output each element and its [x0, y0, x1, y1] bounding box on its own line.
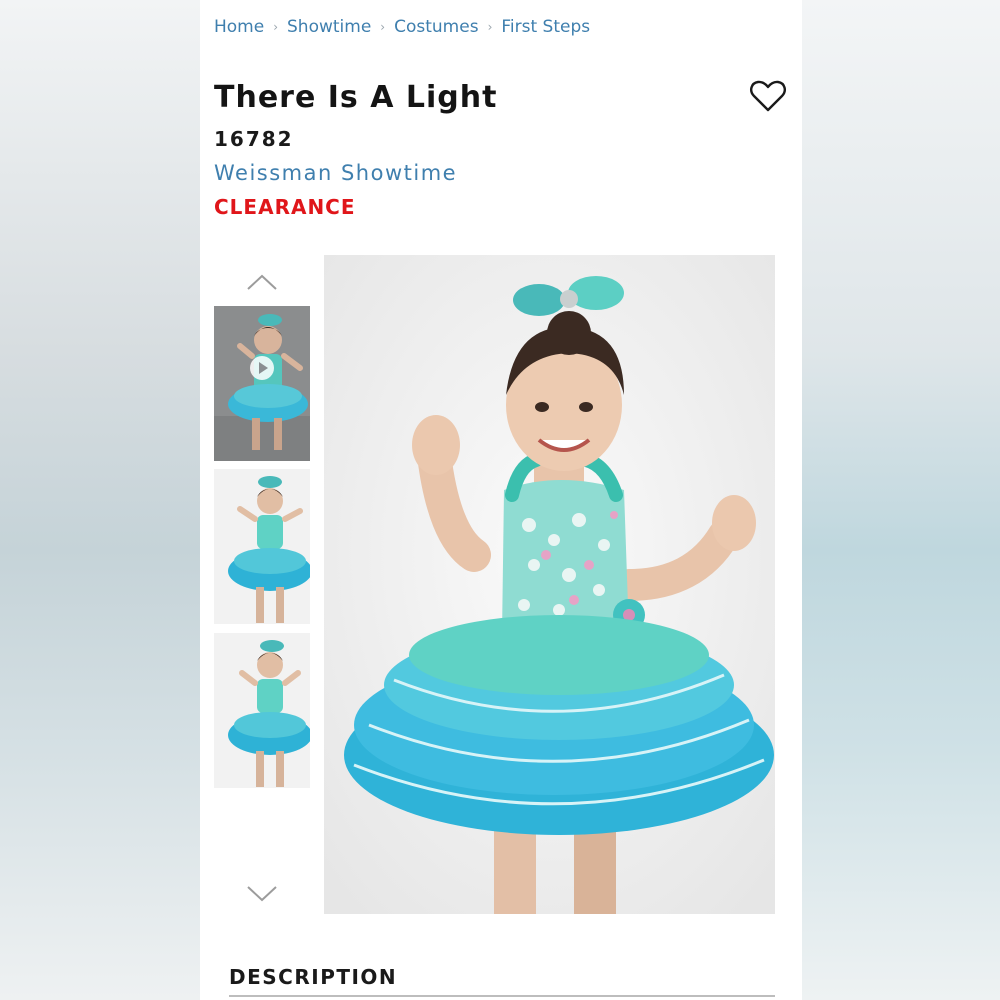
breadcrumb-showtime[interactable]: Showtime: [287, 17, 371, 37]
divider: [229, 995, 775, 997]
chevron-down-icon[interactable]: [246, 884, 278, 904]
gallery-thumbnail[interactable]: [214, 633, 310, 788]
product-page: Home › Showtime › Costumes › First Steps…: [200, 0, 802, 1000]
play-icon[interactable]: [250, 356, 274, 380]
chevron-right-icon: ›: [273, 20, 279, 34]
product-title: There Is A Light: [214, 80, 498, 115]
brand-link[interactable]: Weissman Showtime: [214, 161, 457, 185]
heart-icon[interactable]: [748, 76, 788, 116]
breadcrumb-first-steps[interactable]: First Steps: [501, 17, 590, 37]
clearance-badge: CLEARANCE: [214, 195, 356, 219]
chevron-right-icon: ›: [380, 20, 386, 34]
gallery-thumbnail[interactable]: [214, 469, 310, 624]
breadcrumb-home[interactable]: Home: [214, 17, 264, 37]
gallery-thumbnail-video[interactable]: [214, 306, 310, 461]
description-heading[interactable]: DESCRIPTION: [229, 965, 397, 989]
main-product-image[interactable]: [324, 255, 775, 914]
chevron-up-icon[interactable]: [246, 272, 278, 292]
chevron-right-icon: ›: [487, 20, 493, 34]
breadcrumb: Home › Showtime › Costumes › First Steps: [214, 17, 590, 37]
product-sku: 16782: [214, 127, 294, 151]
background-blur-left: [0, 0, 200, 1000]
breadcrumb-costumes[interactable]: Costumes: [394, 17, 478, 37]
background-blur-right: [802, 0, 1000, 1000]
